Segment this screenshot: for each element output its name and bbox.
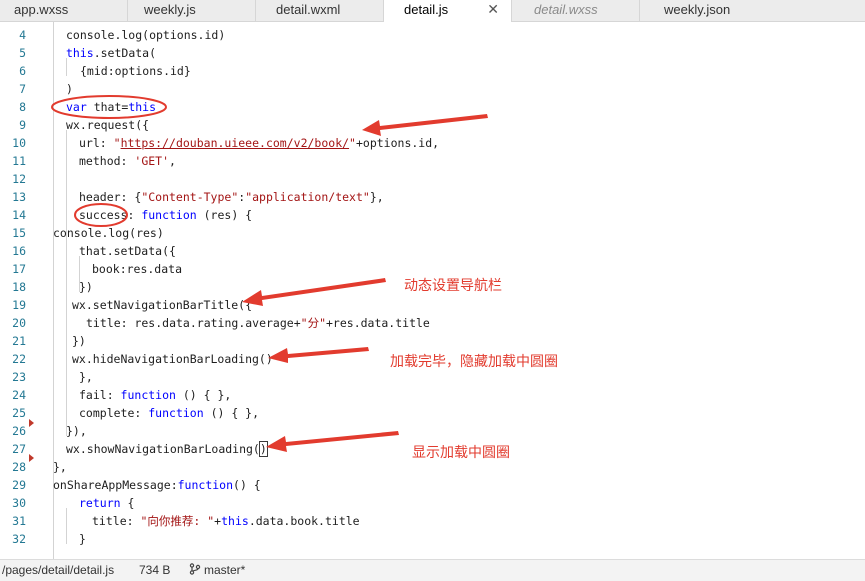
annotation-arrow (268, 347, 369, 363)
annotation-circle (74, 203, 128, 227)
annotation-arrow (242, 278, 386, 306)
annotation-label: 动态设置导航栏 (404, 278, 502, 294)
annotation-arrow (266, 431, 399, 452)
code-editor[interactable]: 4 console.log(options.id) 5 this.setData( … (0, 22, 865, 559)
file-path: /pages/detail/detail.js (2, 563, 115, 577)
tab-app-wxss[interactable]: app.wxss (0, 0, 128, 22)
close-icon[interactable]: ✕ (487, 0, 499, 20)
tab-detail-wxml[interactable]: detail.wxml (256, 0, 384, 22)
file-size: 734 B (139, 563, 171, 577)
tab-weekly-js[interactable]: weekly.js (128, 0, 256, 22)
git-branch[interactable]: master* (204, 560, 245, 580)
tab-detail-js[interactable]: detail.js ✕ (384, 0, 512, 23)
tab-detail-wxss[interactable]: detail.wxss (512, 0, 640, 22)
tab-bar: app.wxss weekly.js detail.wxml detail.js… (0, 0, 865, 23)
tab-label: detail.js (404, 2, 449, 17)
status-bar: /pages/detail/detail.js 734 B master* (0, 559, 865, 581)
annotation-label: 加载完毕，隐藏加载中圆圈 (390, 354, 558, 370)
annotation-label: 显示加载中圆圈 (412, 445, 510, 461)
annotation-circle (51, 95, 167, 119)
tab-weekly-json[interactable]: weekly.json (640, 0, 865, 22)
annotation-arrow (362, 114, 488, 136)
git-branch-icon (189, 560, 201, 580)
